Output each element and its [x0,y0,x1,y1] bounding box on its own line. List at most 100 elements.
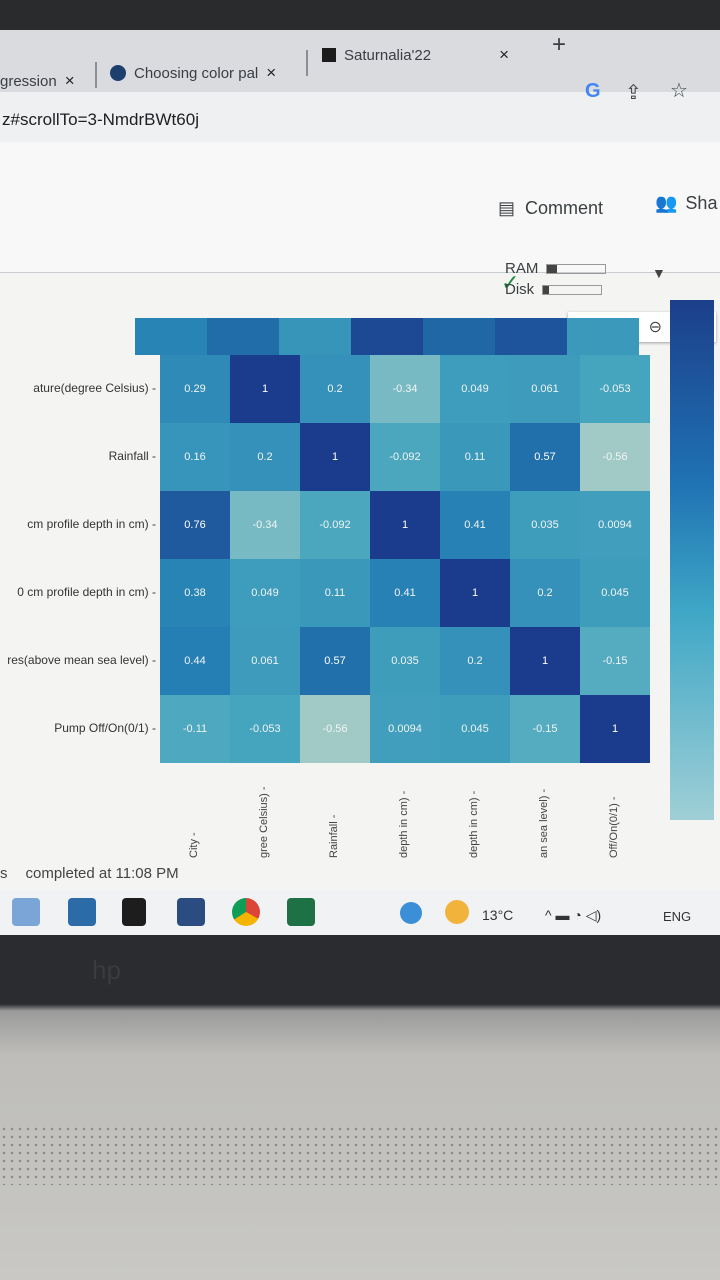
heatmap-row-label: Pump Off/On(0/1) - [54,721,156,735]
ram-label: RAM [505,260,539,277]
plus-icon: + [552,31,567,58]
heatmap-cell: 0.049 [230,559,300,627]
heatmap-cell: 0.29 [160,355,230,423]
url-field[interactable]: z#scrollTo=3-NmdrBWt60j [2,110,199,130]
ram-meter [546,264,607,275]
taskbar [0,890,720,935]
heatmap-cell: -0.092 [370,423,440,491]
heatmap-cell: 0.061 [230,627,300,695]
heatmap-column-label: City - [188,832,200,858]
tab-label: Choosing color pal [134,64,259,82]
close-icon[interactable]: × [266,63,276,83]
heatmap-cell: 1 [510,627,580,695]
comment-button[interactable]: ▤ Comment [498,198,603,219]
heatmap-cell: 0.035 [370,627,440,695]
heatmap-cell: 1 [440,559,510,627]
tab-separator [95,62,97,88]
heatmap-cell: 0.16 [160,423,230,491]
heatmap-cell: 0.44 [160,627,230,695]
mail-icon[interactable] [68,898,96,926]
close-icon[interactable]: × [499,45,509,65]
heatmap-cell: -0.11 [160,695,230,763]
colorbar [670,300,714,820]
close-icon[interactable]: × [65,71,75,91]
heatmap-cell-partial [135,318,207,355]
heatmap-cell: 0.061 [510,355,580,423]
heatmap-cell: 1 [230,355,300,423]
heatmap-cell: 0.045 [440,695,510,763]
heatmap-cell: 1 [370,491,440,559]
heatmap-cell-partial [207,318,279,355]
resource-meter[interactable]: RAM Disk [505,258,607,300]
heatmap-cell: 0.11 [440,423,510,491]
heatmap-row-label: 0 cm profile depth in cm) - [17,585,156,599]
speaker-grille [0,1125,720,1185]
heatmap-row-label: Rainfall - [108,449,156,463]
excel-icon[interactable] [287,898,315,926]
chrome-icon[interactable] [232,898,260,926]
heatmap-cell: -0.56 [300,695,370,763]
heatmap-cell: -0.15 [580,627,650,695]
heatmap-cell: 1 [580,695,650,763]
dropdown-icon[interactable]: ▼ [652,265,666,281]
new-tab-button[interactable]: + [552,30,566,60]
heatmap-cell: -0.56 [580,423,650,491]
file-explorer-icon[interactable] [12,898,40,926]
powershell-icon[interactable] [177,898,205,926]
tab-saturnalia[interactable]: Saturnalia'22 × [322,40,509,70]
heatmap-cell: 0.57 [510,423,580,491]
disk-meter [542,285,603,296]
heatmap-cell: 0.0094 [580,491,650,559]
heatmap-column-label: Off/On(0/1) - [608,796,620,858]
help-icon[interactable] [400,902,422,924]
tab-choosing-color[interactable]: Choosing color pal × [110,58,276,88]
tab-label: gression [0,72,57,90]
heatmap-row-label: res(above mean sea level) - [7,653,156,667]
heatmap-column-label: depth in cm) - [398,790,410,858]
heatmap-row-label: ature(degree Celsius) - [33,381,156,395]
heatmap-cell-partial [495,318,567,355]
link-icon[interactable]: ⊖ [649,317,662,337]
heatmap-column-label: depth in cm) - [468,790,480,858]
heatmap-cell-partial [279,318,351,355]
heatmap-cell: 0.045 [580,559,650,627]
share-button[interactable]: 👥 Sha [655,193,717,214]
comment-label: Comment [525,198,604,218]
heatmap-cell: 0.049 [440,355,510,423]
bezel [0,0,720,30]
tab-separator [306,50,308,76]
notebook-header [0,142,720,273]
tab-label: Saturnalia'22 [344,46,432,64]
screen: gression × Choosing color pal × Saturnal… [0,0,720,935]
site-icon [322,48,336,62]
heatmap-cell: 0.41 [370,559,440,627]
heatmap-column-label: Rainfall - [328,814,340,858]
heatmap-column-label: an sea level) - [538,788,550,858]
share-icon[interactable]: ⇪ [625,80,642,105]
heatmap-cell: 0.57 [300,627,370,695]
share-label: Sha [685,193,718,213]
heatmap-cell: 0.2 [300,355,370,423]
heatmap-cell: 0.2 [510,559,580,627]
heatmap-cell: 0.11 [300,559,370,627]
language-indicator[interactable]: ENG [663,909,691,924]
heatmap-cell-partial [423,318,495,355]
heatmap-cell: -0.053 [580,355,650,423]
heatmap-cell: 0.0094 [370,695,440,763]
comment-icon: ▤ [498,198,516,218]
weather-icon [445,900,469,924]
system-tray[interactable]: ^ ▬ ◔ ◁) [545,907,601,924]
execution-status: s completed at 11:08 PM [0,865,179,882]
heatmap-cell: -0.092 [300,491,370,559]
heatmap-cell: 0.76 [160,491,230,559]
temperature[interactable]: 13°C [482,907,513,923]
disk-label: Disk [505,281,535,298]
dropbox-icon[interactable] [122,898,146,926]
heatmap-cell: 0.2 [440,627,510,695]
heatmap-column-label: gree Celsius) - [258,786,270,858]
star-icon[interactable]: ☆ [670,78,688,103]
google-icon[interactable]: G [585,80,601,103]
hp-logo: hp [92,955,121,985]
heatmap-cell: -0.34 [370,355,440,423]
laptop-body [0,935,720,1280]
